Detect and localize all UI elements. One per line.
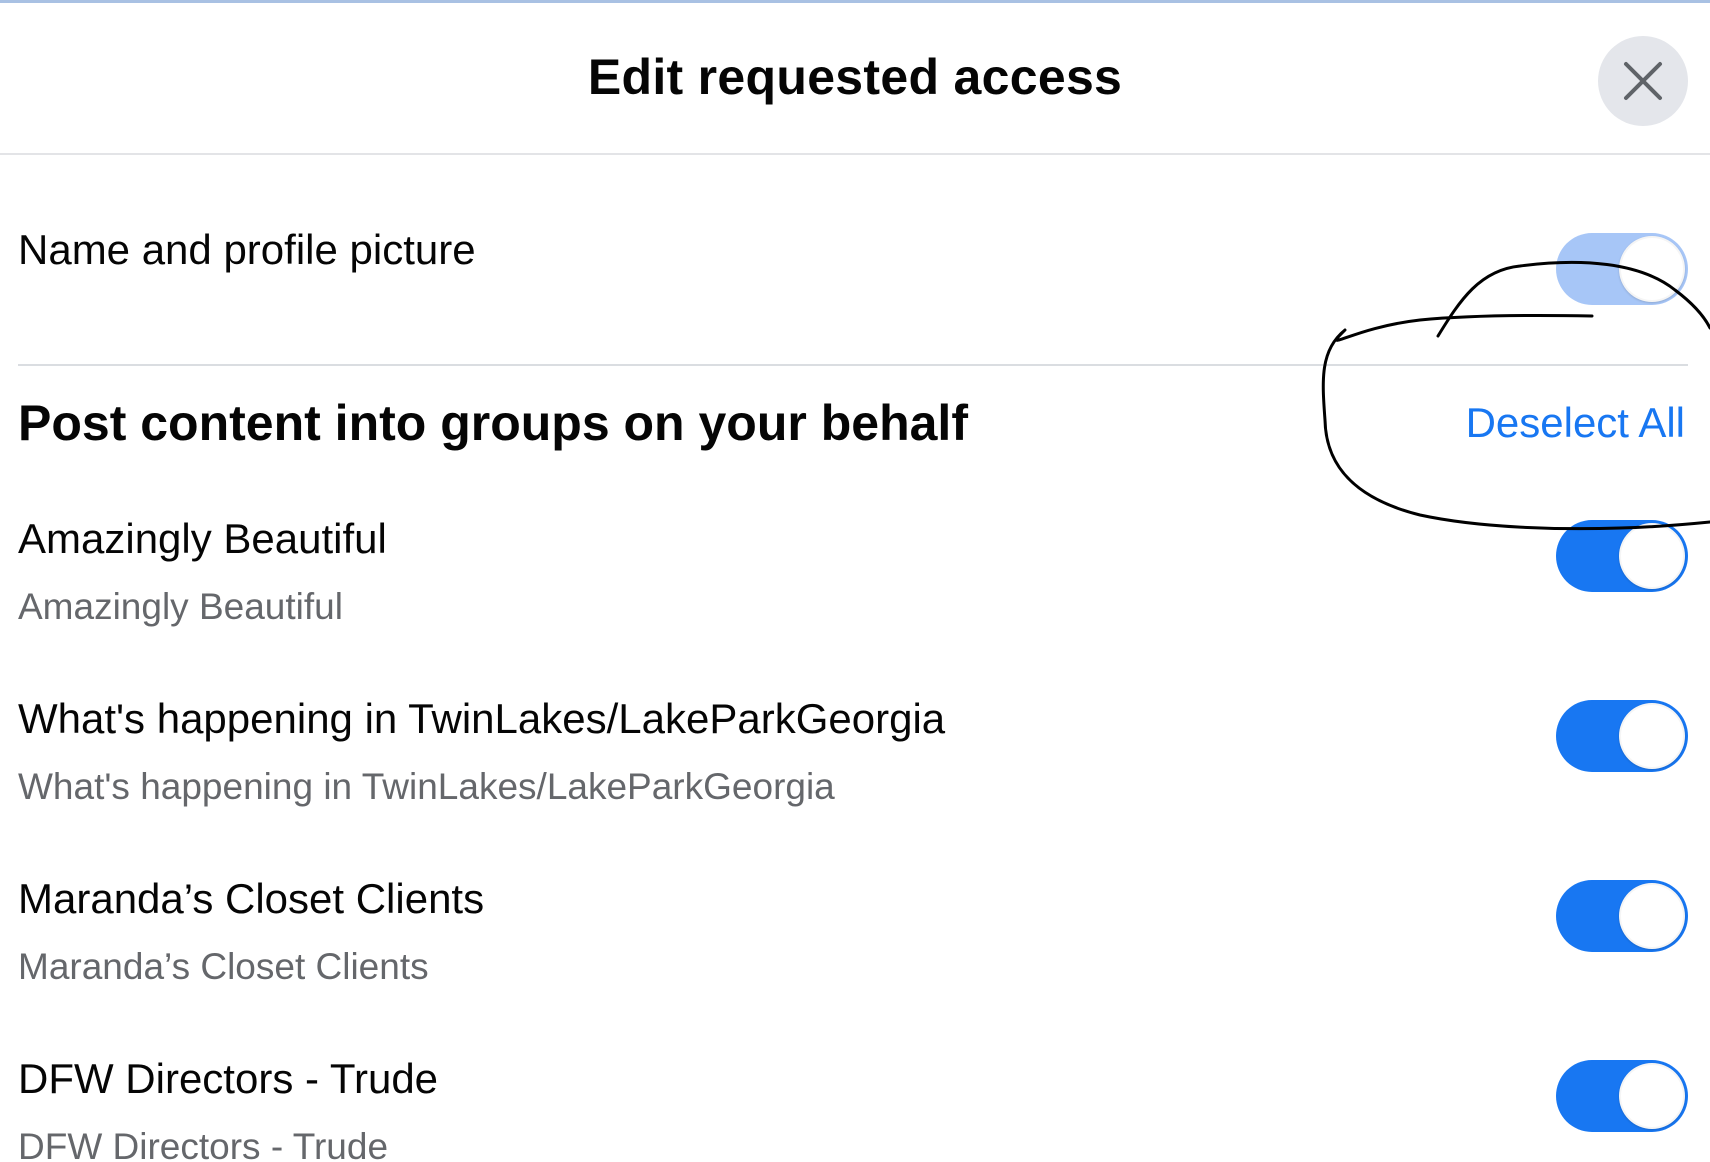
close-icon [1623,61,1663,101]
toggle-knob [1619,883,1685,949]
deselect-all-link[interactable]: Deselect All [1466,399,1685,447]
group-name: DFW Directors - Trude [18,1055,439,1102]
group-subtitle: Amazingly Beautiful [18,586,343,627]
group-toggle-dfw-directors[interactable] [1556,1060,1688,1132]
group-name: Amazingly Beautiful [18,515,387,562]
group-toggle-twinlakes[interactable] [1556,700,1688,772]
basic-access-toggle [1556,233,1688,305]
group-subtitle: DFW Directors - Trude [18,1126,389,1162]
section-divider [18,364,1688,366]
group-toggle-marandas-closet[interactable] [1556,880,1688,952]
toggle-knob [1619,1063,1685,1129]
toggle-knob [1619,703,1685,769]
group-name: What's happening in TwinLakes/LakeParkGe… [18,695,946,742]
group-name: Maranda’s Closet Clients [18,875,485,922]
group-subtitle: Maranda’s Closet Clients [18,946,429,987]
group-subtitle: What's happening in TwinLakes/LakeParkGe… [18,766,835,807]
edit-access-dialog: Edit requested access Name and profile p… [0,0,1710,1162]
toggle-knob [1619,236,1685,302]
close-button[interactable] [1598,36,1688,126]
dialog-title: Edit requested access [587,49,1123,105]
groups-section-title: Post content into groups on your behalf [18,395,968,451]
basic-access-label: Name and profile picture [18,226,476,273]
dialog-header: Edit requested access [0,3,1710,155]
toggle-knob [1619,523,1685,589]
group-toggle-amazingly-beautiful[interactable] [1556,520,1688,592]
